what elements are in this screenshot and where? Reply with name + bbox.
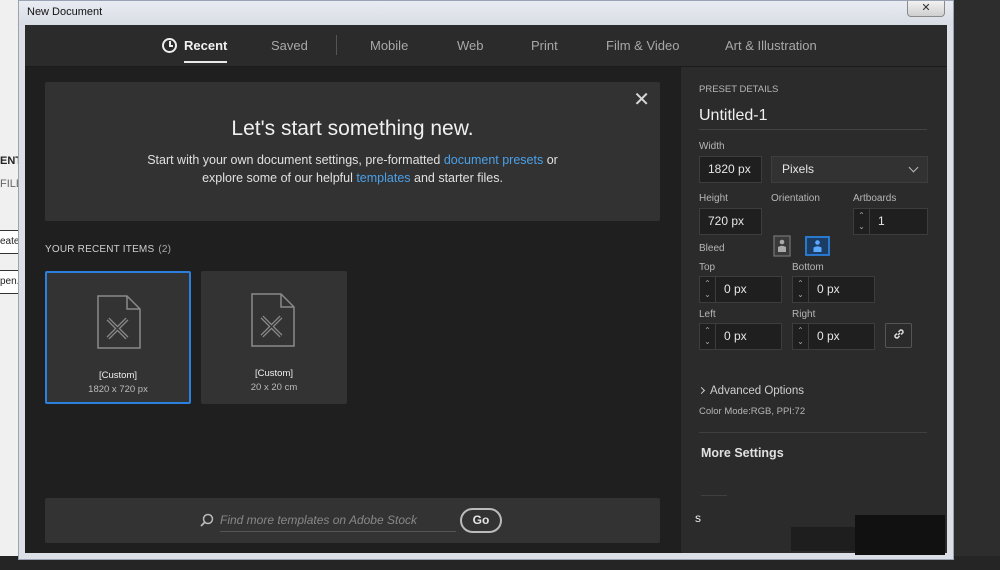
background-right-panel	[954, 0, 1000, 570]
advanced-options-label: Advanced Options	[710, 385, 804, 397]
window-close-button[interactable]: ✕	[907, 1, 945, 17]
welcome-banner: ✕ Let's start something new. Start with …	[45, 82, 660, 221]
welcome-text-part: Start with your own document settings, p…	[147, 153, 444, 167]
width-input[interactable]: 1820 px	[699, 156, 762, 183]
bleed-right-label: Right	[792, 309, 816, 320]
units-value: Pixels	[782, 162, 815, 176]
bleed-left-label: Left	[699, 309, 716, 320]
bleed-top-stepper[interactable]: ⌃ ⌄ 0 px	[699, 276, 782, 303]
bleed-left-value: 0 px	[724, 329, 747, 343]
title-bar[interactable]: New Document ✕	[19, 1, 953, 25]
recent-item-card[interactable]: [Custom] 20 x 20 cm	[201, 271, 347, 404]
chevron-right-icon	[697, 386, 706, 395]
main-content: ✕ Let's start something new. Start with …	[25, 67, 680, 553]
artboards-label: Artboards	[853, 193, 897, 204]
welcome-text-part: and starter files.	[410, 171, 503, 185]
divider	[701, 495, 727, 496]
recent-item-size: 20 x 20 cm	[250, 382, 298, 393]
tab-divider	[336, 35, 337, 55]
recent-item-card[interactable]: [Custom] 1820 x 720 px	[45, 271, 191, 404]
recent-item-size: 1820 x 720 px	[88, 384, 148, 395]
tab-label: Recent	[184, 38, 228, 53]
template-search-input[interactable]: Find more templates on Adobe Stock	[220, 513, 456, 532]
recent-items-label: YOUR RECENT ITEMS (2)	[45, 244, 171, 255]
tab-mobile[interactable]: Mobile	[370, 38, 408, 53]
stepper-arrows-icon[interactable]: ⌃ ⌄	[793, 324, 809, 349]
link-icon	[893, 329, 904, 339]
bleed-bottom-value: 0 px	[817, 282, 840, 296]
artboards-stepper[interactable]: ⌃ ⌄ 1	[853, 208, 928, 235]
overlay-artifact	[855, 515, 945, 555]
new-document-dialog: Recent Saved Mobile Web Print Film & Vid…	[25, 25, 947, 553]
tab-web[interactable]: Web	[457, 38, 484, 53]
artboards-value: 1	[878, 214, 885, 228]
document-presets-link[interactable]: document presets	[444, 153, 543, 167]
preset-details-panel: PRESET DETAILS Untitled-1 Width 1820 px …	[681, 67, 947, 553]
truncated-text: s	[695, 511, 701, 525]
width-label: Width	[699, 141, 725, 152]
preset-details-label: PRESET DETAILS	[699, 84, 779, 95]
color-mode-summary: Color Mode:RGB, PPI:72	[699, 406, 806, 417]
advanced-options-toggle[interactable]: Advanced Options	[697, 385, 804, 397]
template-search-bar: Find more templates on Adobe Stock Go	[45, 498, 660, 543]
tab-saved[interactable]: Saved	[271, 38, 308, 53]
height-label: Height	[699, 193, 728, 204]
tab-recent[interactable]: Recent	[162, 38, 228, 63]
recent-item-name: [Custom]	[254, 368, 293, 379]
height-input[interactable]: 720 px	[699, 208, 762, 235]
portrait-orientation-icon[interactable]	[771, 235, 793, 257]
bleed-left-stepper[interactable]: ⌃ ⌄ 0 px	[699, 323, 782, 350]
bleed-right-value: 0 px	[817, 329, 840, 343]
templates-link[interactable]: templates	[356, 171, 410, 185]
landscape-orientation-icon[interactable]	[805, 235, 830, 257]
welcome-text-part: explore some of our helpful	[202, 171, 357, 185]
welcome-text: Start with your own document settings, p…	[45, 151, 660, 187]
search-icon	[200, 513, 214, 527]
bleed-top-label: Top	[699, 262, 716, 273]
tab-film-video[interactable]: Film & Video	[606, 38, 679, 53]
more-settings-button[interactable]: More Settings	[701, 446, 784, 460]
tab-print[interactable]: Print	[531, 38, 558, 53]
category-tabs: Recent Saved Mobile Web Print Film & Vid…	[25, 25, 947, 67]
orientation-label: Orientation	[771, 193, 820, 204]
new-document-window: New Document ✕ Recent Saved Mobile Web P…	[18, 0, 954, 560]
window-title: New Document	[27, 6, 103, 18]
recent-items-count: (2)	[158, 244, 172, 255]
stepper-arrows-icon[interactable]: ⌃ ⌄	[793, 277, 809, 302]
stepper-arrows-icon[interactable]: ⌃ ⌄	[854, 209, 870, 234]
stepper-arrows-icon[interactable]: ⌃ ⌄	[700, 324, 716, 349]
bleed-bottom-stepper[interactable]: ⌃ ⌄ 0 px	[792, 276, 875, 303]
welcome-heading: Let's start something new.	[231, 117, 474, 140]
document-icon	[97, 295, 141, 349]
bleed-right-stepper[interactable]: ⌃ ⌄ 0 px	[792, 323, 875, 350]
recent-items-title: YOUR RECENT ITEMS	[45, 244, 155, 255]
document-name-input[interactable]: Untitled-1	[699, 107, 927, 130]
chevron-down-icon	[908, 162, 919, 173]
bleed-top-value: 0 px	[724, 282, 747, 296]
bleed-label: Bleed	[699, 243, 725, 254]
divider	[699, 432, 927, 433]
clock-icon	[162, 38, 177, 53]
welcome-text-part: or	[543, 153, 558, 167]
document-icon	[251, 293, 295, 347]
link-bleed-button[interactable]	[885, 323, 912, 348]
units-select[interactable]: Pixels	[771, 156, 928, 183]
recent-item-name: [Custom]	[98, 370, 137, 381]
go-button[interactable]: Go	[460, 508, 502, 533]
tab-art-illustration[interactable]: Art & Illustration	[725, 38, 817, 53]
bleed-bottom-label: Bottom	[792, 262, 824, 273]
close-icon[interactable]: ✕	[633, 90, 650, 110]
stepper-arrows-icon[interactable]: ⌃ ⌄	[700, 277, 716, 302]
